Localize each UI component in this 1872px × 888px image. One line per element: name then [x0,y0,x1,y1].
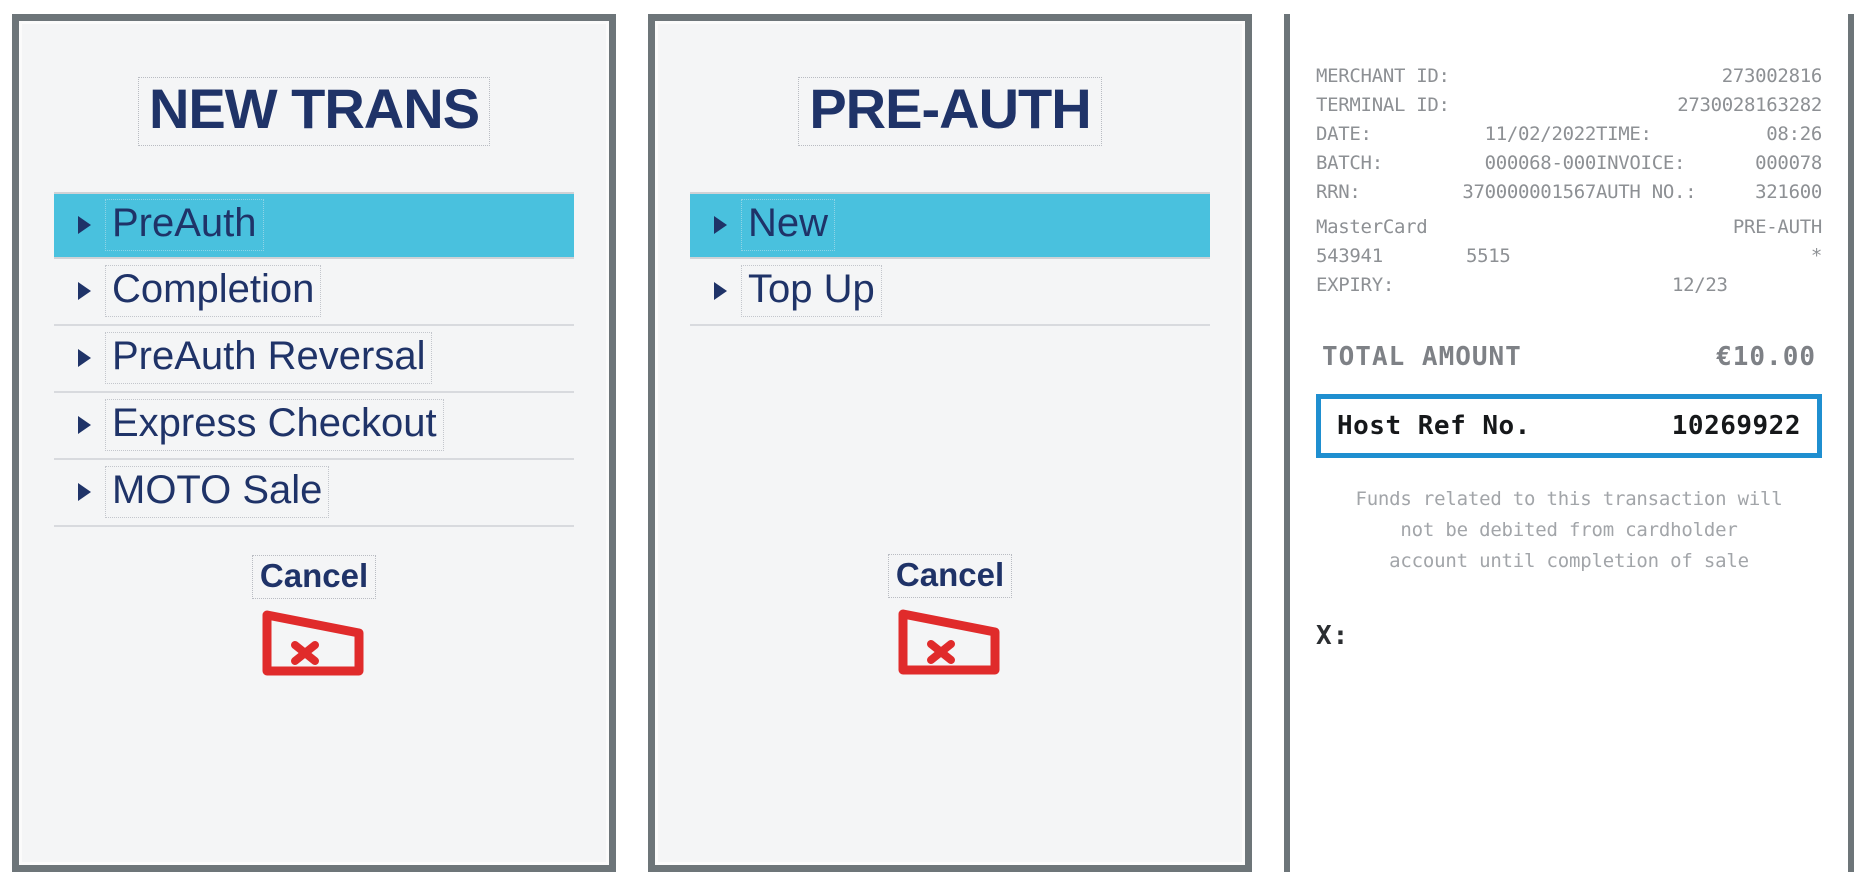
card-bin-value: 543941 [1316,245,1383,267]
total-amount-row: TOTAL AMOUNT €10.00 [1316,342,1822,372]
terminal-id-label: TERMINAL ID: [1316,94,1450,116]
page-title: PRE-AUTH [798,77,1102,146]
menu-item-moto-sale[interactable]: MOTO Sale [54,460,574,527]
receipt-row-scheme: MasterCard PRE-AUTH [1316,213,1822,242]
rrn-value: 370000001567 [1462,181,1596,203]
disclaimer-line: account until completion of sale [1389,550,1749,572]
caret-right-icon [714,216,727,235]
menu-new-trans: PreAuth Completion PreAuth Reversal Expr… [54,191,574,527]
time-label: TIME: [1596,123,1652,145]
invoice-label: INVOICE: [1596,152,1686,174]
rrn-label: RRN: [1316,181,1361,203]
merchant-id-label: MERCHANT ID: [1316,65,1450,87]
receipt-row-date-time: DATE: 11/02/2022 TIME: 08:26 [1316,120,1822,149]
panel-pre-auth: PRE-AUTH New Top Up Cancel [648,14,1252,872]
auth-no-label: AUTH NO.: [1596,181,1697,203]
cancel-zone: Cancel [690,553,1210,683]
caret-right-icon [78,416,91,435]
cancel-button[interactable]: Cancel [887,553,1013,598]
receipt-row-pan: 543941 5515 * [1316,242,1822,271]
receipt-row-merchant-id: MERCHANT ID: 273002816 [1316,62,1822,91]
menu-item-label: New [741,199,836,252]
batch-value: 000068-000 [1484,152,1597,174]
auth-no-value: 321600 [1755,181,1822,203]
total-amount-label: TOTAL AMOUNT [1322,342,1522,372]
receipt-row-terminal-id: TERMINAL ID: 2730028163282 [1316,91,1822,120]
receipt-row-expiry: EXPIRY: 12/23 [1316,271,1822,300]
menu-item-label: Top Up [741,265,882,318]
menu-item-preauth[interactable]: PreAuth [54,191,574,259]
batch-label: BATCH: [1316,152,1383,174]
expiry-label: EXPIRY: [1316,274,1394,296]
caret-right-icon [78,216,91,235]
caret-right-icon [78,282,91,301]
menu-item-new[interactable]: New [690,191,1210,259]
menu-item-completion[interactable]: Completion [54,259,574,326]
panel-receipt: MERCHANT ID: 273002816 TERMINAL ID: 2730… [1284,14,1854,872]
cancel-key-icon[interactable] [895,606,1005,683]
merchant-id-value: 273002816 [1721,65,1823,87]
menu-item-label: PreAuth Reversal [105,332,433,385]
total-amount-value: €10.00 [1716,342,1816,372]
time-value: 08:26 [1766,123,1822,145]
menu-item-label: PreAuth [105,199,264,252]
menu-item-preauth-reversal[interactable]: PreAuth Reversal [54,326,574,393]
receipt-disclaimer: Funds related to this transaction will n… [1316,484,1822,577]
menu-item-label: Express Checkout [105,399,444,452]
host-ref-no-value: 10269922 [1671,411,1801,441]
card-last4-value: 5515 [1466,245,1511,267]
terminal-id-value: 2730028163282 [1677,94,1822,116]
menu-item-label: MOTO Sale [105,466,330,519]
page-title: NEW TRANS [137,77,491,146]
host-ref-no-callout: Host Ref No. 10269922 [1316,394,1822,458]
menu-item-express-checkout[interactable]: Express Checkout [54,393,574,460]
pan-masked-marker: * [1810,245,1822,267]
menu-item-top-up[interactable]: Top Up [690,259,1210,326]
date-value: 11/02/2022 [1484,123,1597,145]
menu-pre-auth: New Top Up [690,191,1210,326]
receipt-row-batch-invoice: BATCH: 000068-000 INVOICE: 000078 [1316,149,1822,178]
signature-line-label: X: [1316,621,1350,651]
cancel-key-icon[interactable] [259,607,369,684]
terminal-flow-screenshot: NEW TRANS PreAuth Completion PreAuth Rev… [0,0,1872,888]
caret-right-icon [78,483,91,502]
receipt-card-block: MasterCard PRE-AUTH 543941 5515 * EXPIRY… [1316,213,1822,300]
expiry-value: 12/23 [1672,274,1728,296]
caret-right-icon [714,282,727,301]
caret-right-icon [78,349,91,368]
cancel-button[interactable]: Cancel [251,554,377,599]
panel-new-trans: NEW TRANS PreAuth Completion PreAuth Rev… [12,14,616,872]
invoice-value: 000078 [1755,152,1822,174]
host-ref-no-label: Host Ref No. [1337,411,1531,441]
disclaimer-line: Funds related to this transaction will [1355,488,1783,510]
disclaimer-line: not be debited from cardholder [1400,519,1738,541]
menu-item-label: Completion [105,265,322,318]
cancel-zone: Cancel [54,554,574,684]
receipt-row-rrn-auth: RRN: 370000001567 AUTH NO.: 321600 [1316,178,1822,207]
transaction-type-label: PRE-AUTH [1732,216,1822,238]
card-scheme-label: MasterCard [1316,216,1428,238]
date-label: DATE: [1316,123,1372,145]
